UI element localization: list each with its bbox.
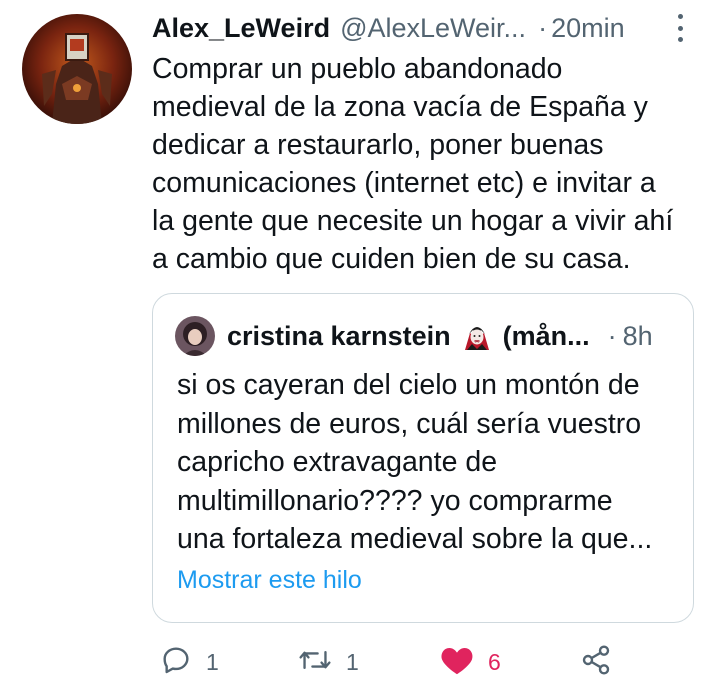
more-icon[interactable] — [676, 14, 684, 42]
quoted-tweet-card[interactable]: cristina karnstein (mån... · 8h si os ca… — [152, 293, 694, 623]
reply-button[interactable]: 1 — [160, 640, 219, 684]
quoted-tweet-header: cristina karnstein (mån... · 8h — [175, 314, 673, 358]
tweet-action-bar: 1 1 6 — [160, 640, 630, 684]
author-handle[interactable]: @AlexLeWeir... — [340, 13, 526, 44]
retweet-button[interactable]: 1 — [298, 640, 359, 684]
like-button[interactable]: 6 — [440, 640, 501, 684]
tweet-timestamp[interactable]: 20min — [551, 13, 625, 44]
author-avatar[interactable] — [22, 14, 132, 124]
header-separator: · — [538, 12, 548, 43]
quoted-tweet-text: si os cayeran del cielo un montón de mil… — [177, 369, 653, 555]
quoted-author-name-suffix: (mån... — [502, 320, 590, 351]
share-button[interactable] — [580, 640, 612, 684]
tweet-header: Alex_LeWeird @AlexLeWeir... · 20min — [152, 10, 690, 46]
like-icon — [440, 644, 474, 681]
reply-count: 1 — [206, 648, 219, 675]
quoted-author-avatar — [175, 316, 215, 356]
quoted-header-separator: · — [607, 320, 617, 351]
tweet-text: Comprar un pueblo abandonado medieval de… — [152, 53, 674, 275]
quoted-author-display-name: cristina karnstein — [227, 320, 451, 351]
share-icon — [580, 644, 612, 681]
retweet-icon — [298, 644, 332, 681]
vampire-emoji-icon — [461, 320, 493, 352]
like-count: 6 — [488, 648, 501, 675]
reply-icon — [160, 644, 192, 681]
quoted-tweet-timestamp: 8h — [622, 320, 653, 351]
show-thread-link[interactable]: Mostrar este hilo — [177, 566, 362, 595]
retweet-count: 1 — [346, 648, 359, 675]
author-display-name[interactable]: Alex_LeWeird — [152, 13, 330, 44]
